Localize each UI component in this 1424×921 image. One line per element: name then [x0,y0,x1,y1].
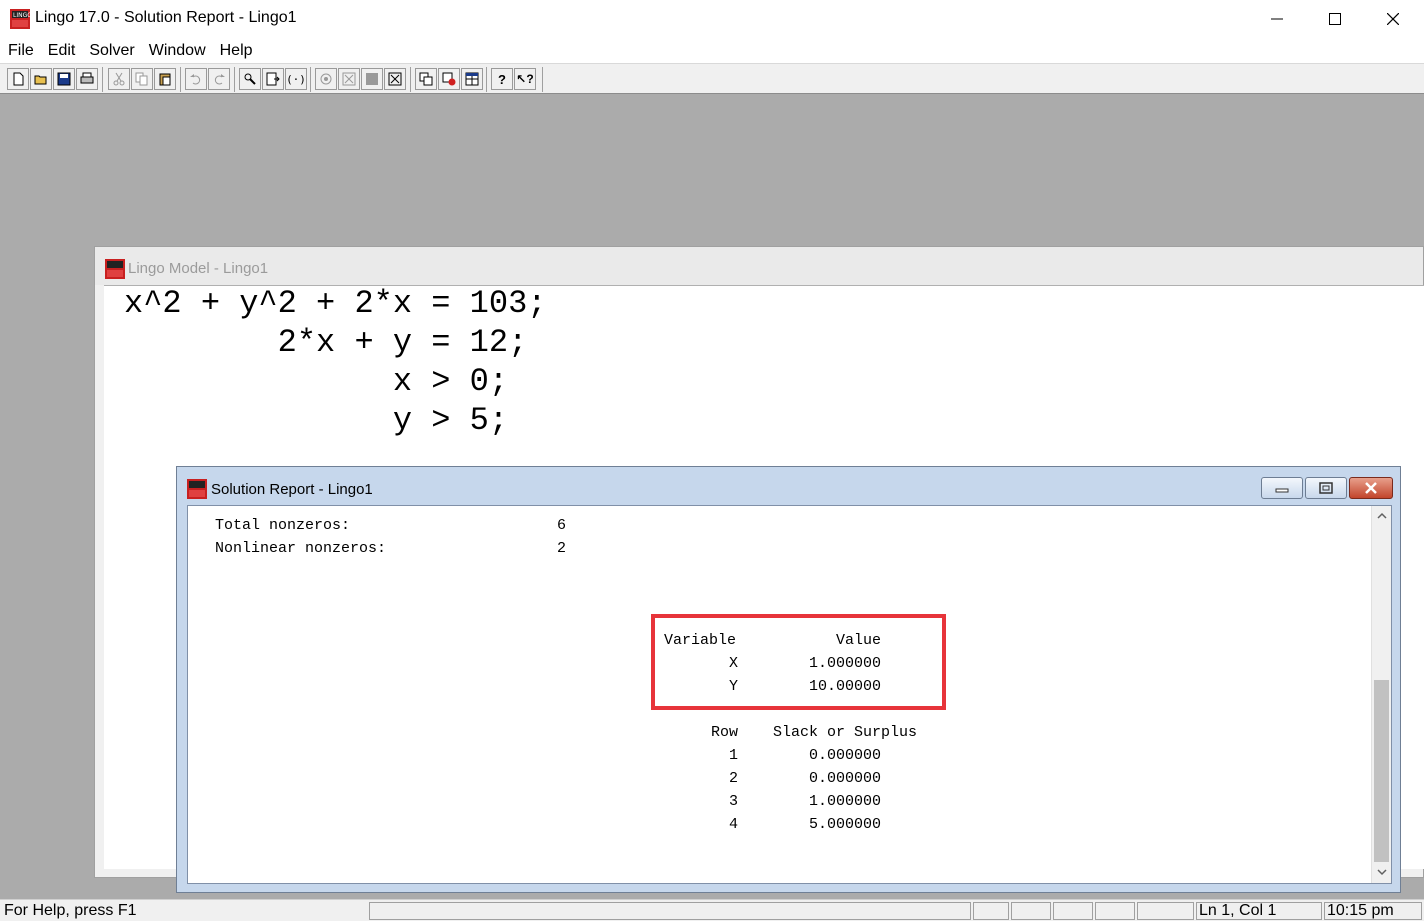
lingo-app-icon: LINGO [10,9,32,29]
send-to-back-icon[interactable] [415,68,437,90]
menu-file[interactable]: File [4,42,38,60]
code-line: 2*x + y = 12; [124,324,528,361]
status-pane [1137,902,1194,920]
help-icon[interactable]: ? [491,68,513,90]
code-line: x > 0; [124,363,509,400]
status-time: 10:15 pm [1327,902,1394,919]
code-line: x^2 + y^2 + 2*x = 103; [124,285,547,322]
row-number: 4 [728,816,738,833]
scroll-up-button[interactable] [1372,506,1391,526]
status-pane [1053,902,1093,920]
context-help-icon[interactable]: ↖? [514,68,536,90]
minimize-button[interactable] [1248,0,1306,38]
new-icon[interactable] [7,68,29,90]
menu-solver[interactable]: Solver [85,42,138,60]
open-icon[interactable] [30,68,52,90]
row-value: 5.000000 [808,816,881,833]
row-value: 0.000000 [808,770,881,787]
minimize-icon [1275,488,1289,493]
model-window-title: Lingo Model - Lingo1 [128,260,269,277]
status-help-text: For Help, press F1 [4,902,137,919]
menu-window[interactable]: Window [145,42,210,60]
code-line: y > 5; [124,402,509,439]
status-cursor-position: Ln 1, Col 1 [1199,902,1277,919]
lingo-app-icon [187,479,207,499]
lingo-app-icon [105,259,125,279]
svg-text:LINGO: LINGO [13,12,30,19]
solver-status-icon[interactable] [338,68,360,90]
copy-icon[interactable] [131,68,153,90]
save-icon[interactable] [53,68,75,90]
menu-bar: File Edit Solver Window Help [0,38,1424,63]
status-pane [369,902,971,920]
restore-icon [1319,482,1333,494]
report-window-title: Solution Report - Lingo1 [211,481,373,498]
stat-value: 6 [556,517,566,534]
report-window: Solution Report - Lingo1 Total nonzeros:… [176,466,1401,893]
tile-icon[interactable] [461,68,483,90]
minimize-icon [1271,18,1283,20]
maximize-button[interactable] [1306,0,1364,38]
redo-icon[interactable] [208,68,230,90]
status-pane [1011,902,1051,920]
row-number: 2 [728,770,738,787]
cut-icon[interactable] [108,68,130,90]
scrollbar-thumb[interactable] [1374,680,1389,862]
chevron-down-icon [1377,869,1387,876]
match-paren-icon[interactable]: (·) [285,68,307,90]
status-pane [1095,902,1135,920]
app-titlebar: LINGO Lingo 17.0 - Solution Report - Lin… [0,0,1424,38]
menu-edit[interactable]: Edit [44,42,80,60]
app-title: Lingo 17.0 - Solution Report - Lingo1 [35,9,297,26]
find-icon[interactable] [239,68,261,90]
close-icon [1387,13,1399,25]
print-icon[interactable] [76,68,98,90]
status-pane [973,902,1009,920]
report-close-button[interactable] [1349,477,1393,499]
solve-icon[interactable] [315,68,337,90]
undo-icon[interactable] [185,68,207,90]
scroll-down-button[interactable] [1372,862,1391,882]
model-window-titlebar: Lingo Model - Lingo1 [95,247,1423,285]
paste-icon[interactable] [154,68,176,90]
close-icon [1365,482,1377,494]
report-maximize-button[interactable] [1305,477,1347,499]
rows-header-value: Slack or Surplus [773,724,918,741]
status-bar: For Help, press F1 Ln 1, Col 1 10:15 pm [0,899,1424,921]
stat-label: Total nonzeros: [215,517,351,534]
chevron-up-icon [1377,512,1387,519]
report-content[interactable]: Total nonzeros: 6 Nonlinear nonzeros: 2 … [187,505,1392,884]
close-button[interactable] [1364,0,1422,38]
stop-icon[interactable] [361,68,383,90]
toolbar: (·) ? ↖? [0,63,1424,94]
rows-header-row: Row [710,724,738,741]
highlight-box [651,614,946,710]
vertical-scrollbar[interactable] [1371,506,1391,883]
row-value: 0.000000 [808,747,881,764]
report-window-titlebar: Solution Report - Lingo1 [177,467,1400,505]
row-value: 1.000000 [808,793,881,810]
close-all-icon[interactable] [384,68,406,90]
report-minimize-button[interactable] [1261,477,1303,499]
close-window-icon[interactable] [438,68,460,90]
stat-value: 2 [556,540,566,557]
goto-line-icon[interactable] [262,68,284,90]
menu-help[interactable]: Help [216,42,257,60]
row-number: 1 [728,747,738,764]
stat-label: Nonlinear nonzeros: [215,540,387,557]
maximize-icon [1329,13,1341,25]
row-number: 3 [728,793,738,810]
